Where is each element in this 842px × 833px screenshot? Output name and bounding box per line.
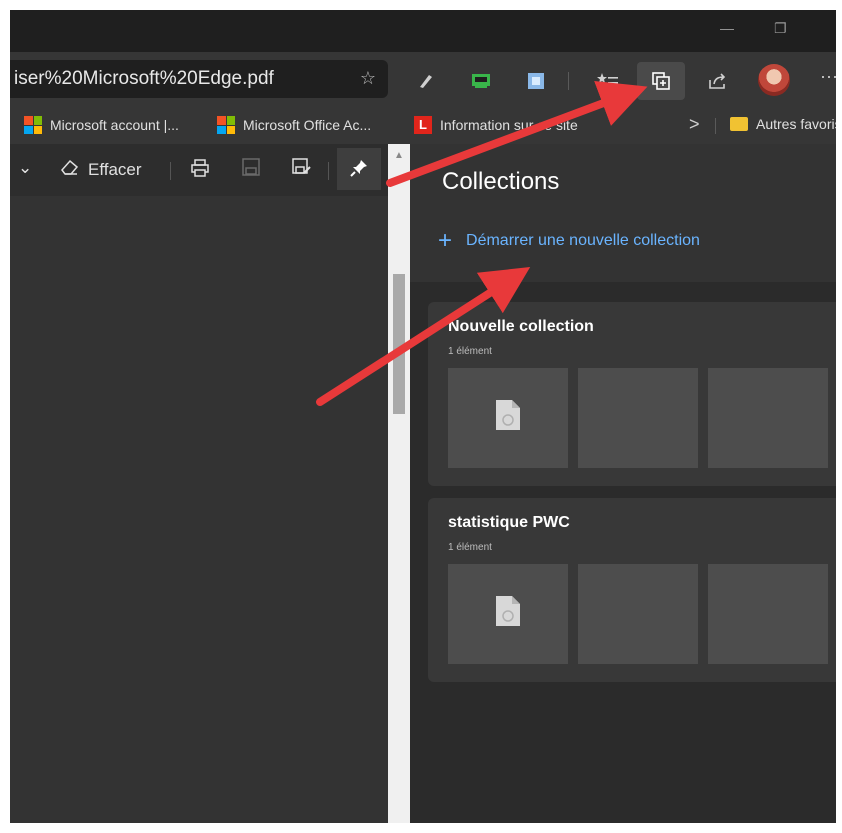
favorite-microsoft-account[interactable]: Microsoft account |... bbox=[24, 116, 179, 134]
save-as-icon[interactable] bbox=[292, 158, 312, 181]
folder-icon bbox=[730, 117, 748, 131]
l-logo-icon: L bbox=[414, 116, 432, 134]
collection-name: Nouvelle collection bbox=[448, 318, 594, 335]
favorite-label: Microsoft Office Ac... bbox=[243, 117, 372, 133]
blue-extension-icon[interactable] bbox=[525, 70, 547, 92]
collection-card[interactable]: Nouvelle collection 1 élément bbox=[428, 302, 836, 486]
collection-thumbnail-empty bbox=[708, 564, 828, 664]
minimize-button[interactable]: — bbox=[720, 20, 734, 36]
panel-title: Collections bbox=[442, 168, 560, 195]
green-extension-icon[interactable] bbox=[470, 70, 492, 92]
collection-thumbnail[interactable] bbox=[448, 368, 568, 468]
eraser-icon bbox=[60, 158, 80, 181]
browser-toolbar: iser%20Microsoft%20Edge.pdf ☆ ··· bbox=[10, 52, 836, 108]
pin-toolbar-button[interactable] bbox=[337, 148, 381, 190]
collections-panel: Collections + Démarrer une nouvelle coll… bbox=[410, 144, 836, 823]
microsoft-logo-icon bbox=[24, 116, 42, 134]
erase-label: Effacer bbox=[88, 159, 142, 179]
collections-header: Collections + Démarrer une nouvelle coll… bbox=[410, 144, 836, 282]
pdf-scrollbar[interactable]: ▲ bbox=[388, 144, 410, 823]
collections-button[interactable] bbox=[637, 62, 685, 100]
collection-thumbnail-empty bbox=[708, 368, 828, 468]
address-bar[interactable]: iser%20Microsoft%20Edge.pdf ☆ bbox=[10, 60, 388, 98]
profile-avatar[interactable] bbox=[758, 64, 790, 96]
favorites-divider bbox=[715, 118, 716, 134]
other-favorites-folder[interactable]: Autres favoris bbox=[730, 116, 836, 132]
pin-icon bbox=[349, 158, 369, 183]
other-favorites-label: Autres favoris bbox=[756, 116, 836, 132]
favorite-star-icon[interactable]: ☆ bbox=[360, 68, 376, 89]
more-menu-button[interactable]: ··· bbox=[820, 66, 836, 87]
collection-thumbnail[interactable] bbox=[448, 564, 568, 664]
pdf-toolbar-divider bbox=[328, 162, 329, 180]
pen-icon[interactable] bbox=[415, 70, 437, 92]
favorites-bar: Microsoft account |... Microsoft Office … bbox=[10, 108, 836, 145]
favorite-information-site[interactable]: L Information sur ce site bbox=[414, 116, 578, 134]
browser-window: — ❐ iser%20Microsoft%20Edge.pdf ☆ ·· Mic… bbox=[10, 10, 836, 823]
restore-button[interactable]: ❐ bbox=[774, 20, 787, 37]
pdf-document-icon bbox=[494, 398, 522, 437]
toolbar-divider bbox=[568, 72, 569, 90]
title-bar: — ❐ bbox=[10, 10, 836, 52]
scroll-up-icon[interactable]: ▲ bbox=[394, 150, 404, 161]
collection-count: 1 élément bbox=[448, 542, 492, 553]
favorites-list-icon[interactable] bbox=[597, 70, 619, 92]
favorite-label: Information sur ce site bbox=[440, 117, 578, 133]
save-icon[interactable] bbox=[242, 158, 260, 181]
collections-icon bbox=[650, 70, 672, 92]
plus-icon: + bbox=[438, 227, 453, 254]
pdf-document-icon bbox=[494, 594, 522, 633]
print-icon[interactable] bbox=[190, 158, 210, 183]
chevron-down-icon[interactable]: ⌄ bbox=[18, 158, 32, 178]
favorite-label: Microsoft account |... bbox=[50, 117, 179, 133]
address-url[interactable]: iser%20Microsoft%20Edge.pdf bbox=[14, 68, 274, 90]
erase-button[interactable]: Effacer bbox=[60, 158, 142, 181]
collection-name: statistique PWC bbox=[448, 514, 570, 531]
pdf-toolbar-divider bbox=[170, 162, 171, 180]
pdf-toolbar: ⌄ Effacer bbox=[10, 144, 398, 197]
microsoft-logo-icon bbox=[217, 116, 235, 134]
collection-count: 1 élément bbox=[448, 346, 492, 357]
favorite-microsoft-office[interactable]: Microsoft Office Ac... bbox=[217, 116, 371, 134]
scroll-thumb[interactable] bbox=[393, 274, 405, 414]
collection-thumbnail-empty bbox=[578, 368, 698, 468]
new-collection-label: Démarrer une nouvelle collection bbox=[466, 232, 700, 249]
favorites-overflow-chevron-icon[interactable]: > bbox=[689, 114, 700, 135]
share-icon[interactable] bbox=[707, 70, 729, 92]
collection-thumbnail-empty bbox=[578, 564, 698, 664]
collection-card[interactable]: statistique PWC 1 élément bbox=[428, 498, 836, 682]
new-collection-button[interactable]: + Démarrer une nouvelle collection bbox=[438, 227, 700, 254]
pdf-document-area[interactable] bbox=[10, 196, 388, 823]
